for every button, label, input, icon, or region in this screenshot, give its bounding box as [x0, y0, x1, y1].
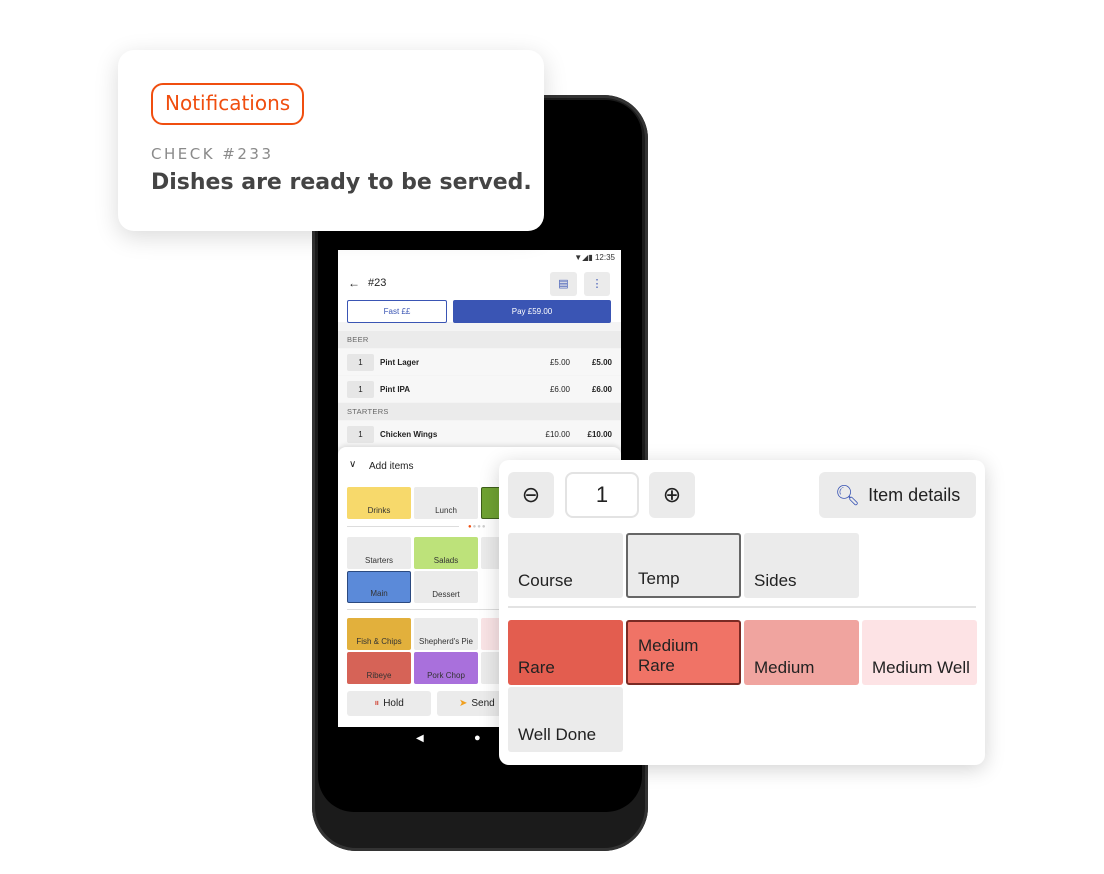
- menu-item-tile[interactable]: Ribeye: [347, 652, 411, 684]
- modifier-group-temp[interactable]: Temp: [626, 533, 741, 598]
- item-name: Chicken Wings: [380, 429, 438, 439]
- add-items-title[interactable]: Add items: [369, 461, 413, 472]
- temp-option[interactable]: Medium Well: [862, 620, 977, 685]
- chevron-down-icon[interactable]: ∨: [349, 459, 356, 470]
- increase-quantity-button[interactable]: ⊕: [649, 472, 695, 518]
- pay-button[interactable]: Pay £59.00: [453, 300, 611, 323]
- send-label: Send: [471, 698, 495, 709]
- plus-circle-icon: ⊕: [662, 482, 682, 507]
- clock: 12:35: [594, 253, 615, 262]
- price: £10.00: [545, 429, 570, 439]
- hold-button[interactable]: ⏸ Hold: [347, 691, 431, 716]
- wifi-icon: ▼◢▮: [574, 253, 595, 262]
- menu-item-tile[interactable]: Shepherd's Pie: [414, 618, 478, 650]
- qty: 1: [347, 353, 374, 371]
- item-search-icon: 🔍︎: [834, 484, 861, 507]
- total: £6.00: [591, 384, 612, 394]
- category-tile[interactable]: Salads: [414, 537, 478, 569]
- price: £6.00: [549, 384, 570, 394]
- nav-back-icon[interactable]: ◀: [416, 733, 424, 744]
- order-line[interactable]: 1 Chicken Wings £10.00 £10.00: [338, 421, 621, 447]
- notification-message: Dishes are ready to be served.: [151, 170, 532, 195]
- status-bar: ▼◢▮ 12:35: [574, 253, 615, 262]
- notification-card[interactable]: Notifications CHECK #233 Dishes are read…: [118, 50, 544, 231]
- temp-option[interactable]: Well Done: [508, 687, 623, 752]
- page-dots[interactable]: ●●●●: [468, 524, 487, 530]
- item-name: Pint Lager: [380, 357, 420, 367]
- fast-pay-button[interactable]: Fast ££: [347, 300, 447, 323]
- menu-tile[interactable]: Drinks: [347, 487, 411, 519]
- check-number: CHECK #233: [151, 145, 274, 163]
- modifier-group-sides[interactable]: Sides: [744, 533, 859, 598]
- menu-item-tile[interactable]: Pork Chop: [414, 652, 478, 684]
- item-details-button[interactable]: 🔍︎ Item details: [819, 472, 976, 518]
- nav-home-icon[interactable]: ●: [474, 732, 481, 744]
- hold-label: Hold: [383, 698, 404, 709]
- pause-icon: ⏸: [374, 698, 380, 709]
- send-icon: ➤: [459, 698, 468, 709]
- category-tile[interactable]: Main: [347, 571, 411, 603]
- temp-option[interactable]: Medium: [744, 620, 859, 685]
- temp-option[interactable]: Rare: [508, 620, 623, 685]
- category-tile[interactable]: Starters: [347, 537, 411, 569]
- order-title: #23: [368, 277, 387, 289]
- modifier-group-course[interactable]: Course: [508, 533, 623, 598]
- category-tile[interactable]: Dessert: [414, 571, 478, 603]
- menu-tile[interactable]: Lunch: [414, 487, 478, 519]
- quantity-field[interactable]: 1: [565, 472, 639, 518]
- item-modifier-panel: ⊖ 1 ⊕ 🔍︎ Item details Course Temp Sides Rare…: [499, 460, 985, 765]
- divider: [347, 526, 459, 527]
- item-details-label: Item details: [868, 484, 961, 505]
- divider: [508, 606, 976, 608]
- minus-circle-icon: ⊖: [521, 482, 541, 507]
- decrease-quantity-button[interactable]: ⊖: [508, 472, 554, 518]
- receipt-icon[interactable]: ▤: [550, 272, 577, 296]
- total: £5.00: [591, 357, 612, 367]
- menu-item-tile[interactable]: Fish & Chips: [347, 618, 411, 650]
- price: £5.00: [549, 357, 570, 367]
- temp-option[interactable]: Medium Rare: [626, 620, 741, 685]
- more-options-icon[interactable]: ⋮: [584, 272, 610, 296]
- section-header-beer: BEER: [338, 331, 621, 348]
- notifications-badge: Notifications: [151, 83, 305, 125]
- item-name: Pint IPA: [380, 384, 411, 394]
- order-line[interactable]: 1 Pint Lager £5.00 £5.00: [338, 349, 621, 375]
- section-header-starters: STARTERS: [338, 403, 621, 420]
- order-line[interactable]: 1 Pint IPA £6.00 £6.00: [338, 376, 621, 402]
- total: £10.00: [587, 429, 612, 439]
- back-arrow-icon[interactable]: ←: [348, 276, 360, 290]
- qty: 1: [347, 380, 374, 398]
- qty: 1: [347, 425, 374, 443]
